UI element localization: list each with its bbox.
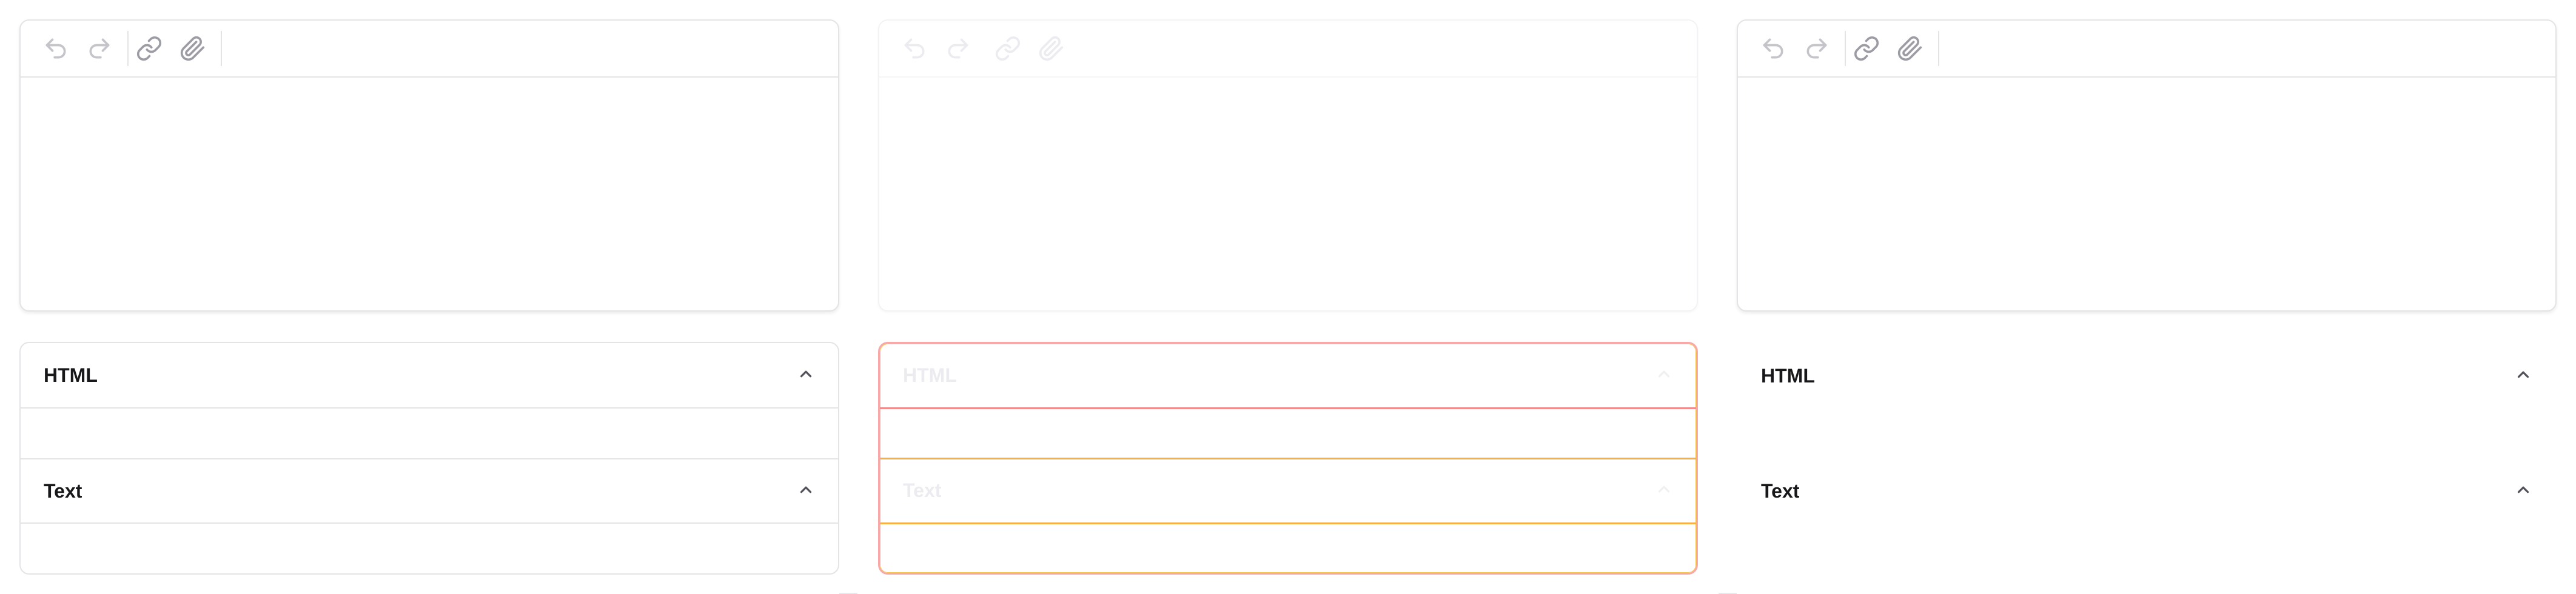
output-accordion: HTML Text [878, 342, 1698, 575]
chevron-up-icon [1655, 365, 1673, 386]
paperclip-icon [1897, 36, 1922, 61]
undo-icon [45, 38, 66, 59]
chevron-up-icon [797, 481, 815, 502]
accordion-content-text [1738, 524, 2555, 572]
paperclip-icon [180, 36, 205, 61]
accordion-header-html[interactable]: HTML [21, 343, 838, 409]
insert-group [127, 31, 222, 66]
rich-text-editor[interactable] [1737, 19, 2557, 312]
undo-button[interactable] [41, 34, 70, 63]
chevron-up-icon [797, 365, 815, 386]
accordion-header-text[interactable]: Text [21, 458, 838, 524]
output-accordion: HTML Text [1737, 342, 2557, 575]
history-group [1753, 31, 1845, 66]
editor-panel-default: HTML Text [19, 0, 839, 594]
redo-button [944, 34, 973, 63]
accordion-content-html [1738, 409, 2555, 457]
redo-icon [948, 38, 968, 59]
undo-icon [904, 38, 925, 59]
accordion-header-text: Text [880, 459, 1696, 524]
rich-text-editor[interactable] [19, 19, 839, 312]
redo-button[interactable] [1802, 34, 1831, 63]
attach-button[interactable] [178, 34, 207, 63]
undo-icon [1763, 38, 1783, 59]
link-icon [995, 36, 1021, 61]
accordion-content-html [21, 409, 838, 457]
insert-group [986, 31, 1081, 66]
chevron-up-icon [2514, 481, 2532, 502]
divider [839, 583, 857, 594]
divider [1719, 583, 1737, 594]
link-icon [1854, 36, 1879, 61]
accordion-header-text[interactable]: Text [1738, 458, 2555, 524]
editor-panel-disabled: HTML Text [878, 0, 1698, 594]
accordion-content-text [21, 524, 838, 572]
accordion-title-html: HTML [903, 364, 957, 386]
link-button [993, 34, 1022, 63]
redo-icon [89, 38, 110, 59]
paperclip-icon [1039, 36, 1064, 61]
chevron-up-icon [2514, 365, 2532, 387]
editor-toolbar [1738, 21, 2555, 78]
link-button[interactable] [1852, 34, 1881, 63]
history-group [35, 31, 127, 66]
editor-panel-borderless: HTML Text [1737, 0, 2557, 594]
attach-button [1037, 34, 1066, 63]
editor-toolbar [21, 21, 838, 78]
accordion-header-html: HTML [880, 344, 1696, 409]
rich-text-editor [878, 19, 1698, 312]
accordion-title-html: HTML [1761, 364, 1815, 387]
accordion-title-text: Text [44, 479, 82, 502]
accordion-content-html [880, 409, 1696, 459]
link-button[interactable] [135, 34, 164, 63]
redo-button[interactable] [85, 34, 114, 63]
accordion-title-html: HTML [44, 364, 98, 386]
accordion-header-html[interactable]: HTML [1738, 343, 2555, 409]
accordion-content-text [880, 524, 1696, 573]
undo-button[interactable] [1759, 34, 1788, 63]
history-group [894, 31, 986, 66]
output-accordion: HTML Text [19, 342, 839, 575]
accordion-title-text: Text [903, 479, 942, 501]
insert-group [1845, 31, 1939, 66]
editor-toolbar [879, 21, 1697, 78]
undo-button [900, 34, 929, 63]
chevron-up-icon [1655, 480, 1673, 501]
accordion-title-text: Text [1761, 479, 1800, 502]
redo-icon [1806, 38, 1827, 59]
link-icon [136, 36, 162, 61]
attach-button[interactable] [1896, 34, 1925, 63]
